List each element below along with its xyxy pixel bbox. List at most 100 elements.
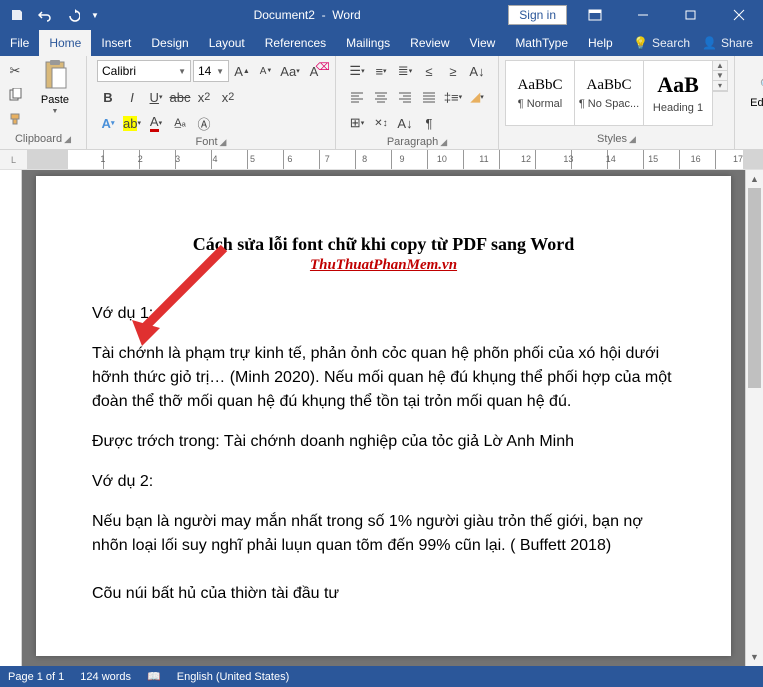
sort-icon[interactable]: A↓	[466, 60, 488, 82]
tab-design[interactable]: Design	[141, 30, 198, 56]
ribbon-options-icon[interactable]	[575, 0, 615, 30]
character-shading-icon[interactable]: A̲ₐ	[169, 112, 191, 134]
tab-help[interactable]: Help	[578, 30, 623, 56]
change-case-icon[interactable]: Aa▾	[279, 60, 301, 82]
font-name-value: Calibri	[102, 64, 136, 78]
status-words[interactable]: 124 words	[80, 671, 131, 683]
doc-paragraph[interactable]: Nếu bạn là người may mắn nhất trong số 1…	[92, 510, 675, 558]
clipboard-launcher-icon[interactable]: ◢	[64, 134, 71, 145]
save-icon[interactable]	[4, 2, 30, 28]
vertical-scrollbar[interactable]: ▲ ▼	[745, 170, 763, 666]
format-painter-icon[interactable]	[4, 108, 26, 130]
doc-paragraph[interactable]: Vớ dụ 1:	[92, 302, 675, 326]
numbering-icon[interactable]: ≡▾	[370, 60, 392, 82]
highlight-icon[interactable]: ab▾	[121, 112, 143, 134]
doc-heading[interactable]: Cách sửa lỗi font chữ khi copy từ PDF sa…	[92, 234, 675, 255]
shrink-font-icon[interactable]: A▼	[255, 60, 277, 82]
style-normal[interactable]: AaBbC ¶ Normal	[505, 60, 575, 126]
paragraph-launcher-icon[interactable]: ◢	[440, 137, 447, 148]
bullets-icon[interactable]: ☰▾	[346, 60, 368, 82]
enclose-char-icon[interactable]: Ⓐ	[193, 112, 215, 134]
font-size-combo[interactable]: 14▼	[193, 60, 229, 82]
strikethrough-icon[interactable]: abc	[169, 86, 191, 108]
group-styles: AaBbC ¶ Normal AaBbC ¶ No Spac... AaB He…	[499, 56, 735, 149]
asian-layout-icon[interactable]: ✕↕	[370, 112, 392, 134]
ruler-corner: L	[0, 150, 28, 169]
shading-icon[interactable]: ◢▾	[466, 86, 488, 108]
horizontal-ruler[interactable]: L 1234567891011121314151617	[0, 150, 763, 170]
qat-customize-icon[interactable]: ▼	[88, 2, 102, 28]
tab-layout[interactable]: Layout	[199, 30, 255, 56]
decrease-indent-icon[interactable]: ≤	[418, 60, 440, 82]
styles-down-icon[interactable]: ▼	[713, 71, 727, 81]
tab-view[interactable]: View	[460, 30, 506, 56]
cut-icon[interactable]: ✂	[4, 60, 26, 82]
maximize-icon[interactable]	[671, 0, 711, 30]
doc-paragraph[interactable]: Tài chớnh là phạm trự kinh tế, phản ỏnh …	[92, 342, 675, 414]
tab-file[interactable]: File	[0, 30, 39, 56]
close-icon[interactable]	[719, 0, 759, 30]
styles-scroll[interactable]: ▲ ▼ ▾	[712, 60, 728, 92]
minimize-icon[interactable]	[623, 0, 663, 30]
scroll-up-icon[interactable]: ▲	[746, 170, 763, 188]
redo-icon[interactable]	[60, 2, 86, 28]
font-name-combo[interactable]: Calibri▼	[97, 60, 191, 82]
text-effects-icon[interactable]: A▾	[97, 112, 119, 134]
style-no-spacing[interactable]: AaBbC ¶ No Spac...	[574, 60, 644, 126]
sort-para-icon[interactable]: A↓	[394, 112, 416, 134]
sign-in-button[interactable]: Sign in	[508, 5, 567, 25]
doc-subtitle[interactable]: ThuThuatPhanMem.vn	[92, 257, 675, 274]
doc-paragraph[interactable]: Được trớch trong: Tài chớnh doanh nghiệp…	[92, 430, 675, 454]
document-page[interactable]: Cách sửa lỗi font chữ khi copy từ PDF sa…	[36, 176, 731, 656]
increase-indent-icon[interactable]: ≥	[442, 60, 464, 82]
share-button[interactable]: 👤 Share	[702, 36, 753, 50]
tab-insert[interactable]: Insert	[91, 30, 141, 56]
undo-icon[interactable]	[32, 2, 58, 28]
ribbon-tabs: File Home Insert Design Layout Reference…	[0, 30, 763, 56]
font-color-icon[interactable]: A▾	[145, 112, 167, 134]
tab-references[interactable]: References	[255, 30, 336, 56]
status-language[interactable]: English (United States)	[177, 671, 290, 683]
justify-icon[interactable]	[418, 86, 440, 108]
borders-icon[interactable]: ⊞▾	[346, 112, 368, 134]
paste-button[interactable]: Paste ▼	[40, 58, 70, 115]
align-left-icon[interactable]	[346, 86, 368, 108]
align-center-icon[interactable]	[370, 86, 392, 108]
font-launcher-icon[interactable]: ◢	[220, 137, 227, 148]
tab-review[interactable]: Review	[400, 30, 459, 56]
tab-home[interactable]: Home	[39, 30, 91, 56]
superscript-icon[interactable]: x2	[217, 86, 239, 108]
align-right-icon[interactable]	[394, 86, 416, 108]
subscript-icon[interactable]: x2	[193, 86, 215, 108]
scroll-thumb[interactable]	[748, 188, 761, 388]
doc-body[interactable]: Vớ dụ 1: Tài chớnh là phạm trự kinh tế, …	[92, 302, 675, 606]
paragraph-group-label: Paragraph	[387, 136, 438, 148]
doc-paragraph[interactable]: Cõu núi bất hủ của thiờn tài đầu tư	[92, 582, 675, 606]
styles-up-icon[interactable]: ▲	[713, 61, 727, 71]
grow-font-icon[interactable]: A▲	[231, 60, 253, 82]
find-icon[interactable]: 🔍	[759, 73, 763, 95]
copy-icon[interactable]	[4, 84, 26, 106]
style-heading1[interactable]: AaB Heading 1	[643, 60, 713, 126]
tab-mathtype[interactable]: MathType	[505, 30, 578, 56]
italic-icon[interactable]: I	[121, 86, 143, 108]
style-preview: AaBbC	[518, 77, 563, 94]
status-proofing-icon[interactable]: 📖	[147, 670, 161, 683]
group-font: Calibri▼ 14▼ A▲ A▼ Aa▾ A⌫ B I U▾ abc x2 …	[87, 56, 336, 149]
status-page[interactable]: Page 1 of 1	[8, 671, 64, 683]
clear-format-icon[interactable]: A⌫	[303, 60, 325, 82]
line-spacing-icon[interactable]: ‡≡▾	[442, 86, 464, 108]
styles-launcher-icon[interactable]: ◢	[629, 134, 636, 145]
show-hide-icon[interactable]: ¶	[418, 112, 440, 134]
vertical-ruler[interactable]	[0, 170, 22, 666]
scroll-down-icon[interactable]: ▼	[746, 648, 763, 666]
multilevel-icon[interactable]: ≣▾	[394, 60, 416, 82]
styles-more-icon[interactable]: ▾	[713, 81, 727, 91]
style-label: ¶ Normal	[518, 98, 562, 110]
search-box[interactable]: 💡 Search	[633, 36, 690, 50]
doc-paragraph[interactable]: Vớ dụ 2:	[92, 470, 675, 494]
quick-access-toolbar: ▼	[0, 2, 106, 28]
underline-icon[interactable]: U▾	[145, 86, 167, 108]
bold-icon[interactable]: B	[97, 86, 119, 108]
tab-mailings[interactable]: Mailings	[336, 30, 400, 56]
